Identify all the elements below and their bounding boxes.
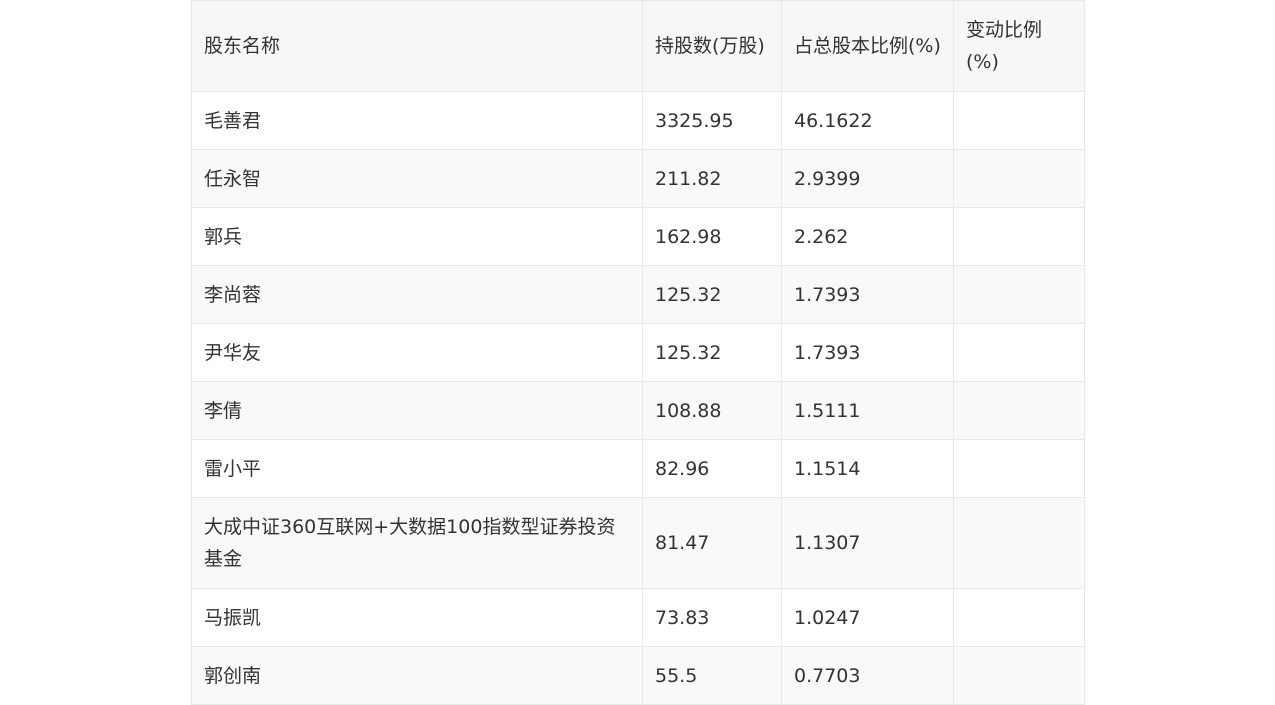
- header-shares: 持股数(万股): [642, 0, 782, 92]
- cell-shares: 125.32: [642, 265, 782, 324]
- cell-name: 李倩: [191, 381, 643, 440]
- table-row: 毛善君 3325.95 46.1622: [191, 91, 1085, 150]
- cell-ratio: 1.5111: [781, 381, 954, 440]
- header-ratio: 占总股本比例(%): [781, 0, 954, 92]
- cell-name: 大成中证360互联网+大数据100指数型证券投资基金: [191, 497, 643, 589]
- cell-name: 尹华友: [191, 323, 643, 382]
- cell-change: [953, 439, 1085, 498]
- cell-shares: 211.82: [642, 149, 782, 208]
- cell-change: [953, 265, 1085, 324]
- cell-shares: 3325.95: [642, 91, 782, 150]
- cell-name: 郭创南: [191, 646, 643, 705]
- table-row: 郭兵 162.98 2.262: [191, 207, 1085, 266]
- table-row: 大成中证360互联网+大数据100指数型证券投资基金 81.47 1.1307: [191, 497, 1085, 589]
- shareholder-table-container: 股东名称 持股数(万股) 占总股本比例(%) 变动比例(%) 毛善君 3325.…: [191, 0, 1085, 705]
- cell-name: 雷小平: [191, 439, 643, 498]
- cell-change: [953, 588, 1085, 647]
- cell-shares: 162.98: [642, 207, 782, 266]
- cell-ratio: 2.262: [781, 207, 954, 266]
- table-row: 雷小平 82.96 1.1514: [191, 439, 1085, 498]
- shareholder-table: 股东名称 持股数(万股) 占总股本比例(%) 变动比例(%) 毛善君 3325.…: [191, 0, 1085, 705]
- cell-name: 毛善君: [191, 91, 643, 150]
- header-change: 变动比例(%): [953, 0, 1085, 92]
- table-row: 尹华友 125.32 1.7393: [191, 323, 1085, 382]
- cell-ratio: 1.7393: [781, 323, 954, 382]
- cell-name: 任永智: [191, 149, 643, 208]
- table-row: 李尚蓉 125.32 1.7393: [191, 265, 1085, 324]
- cell-ratio: 46.1622: [781, 91, 954, 150]
- table-header-row: 股东名称 持股数(万股) 占总股本比例(%) 变动比例(%): [191, 0, 1085, 92]
- cell-change: [953, 207, 1085, 266]
- cell-ratio: 1.1307: [781, 497, 954, 589]
- cell-name: 郭兵: [191, 207, 643, 266]
- table-row: 李倩 108.88 1.5111: [191, 381, 1085, 440]
- table-row: 马振凯 73.83 1.0247: [191, 588, 1085, 647]
- table-row: 任永智 211.82 2.9399: [191, 149, 1085, 208]
- cell-shares: 108.88: [642, 381, 782, 440]
- cell-shares: 81.47: [642, 497, 782, 589]
- cell-change: [953, 323, 1085, 382]
- header-shareholder-name: 股东名称: [191, 0, 643, 92]
- table-row: 郭创南 55.5 0.7703: [191, 646, 1085, 705]
- cell-change: [953, 646, 1085, 705]
- cell-shares: 125.32: [642, 323, 782, 382]
- cell-ratio: 1.7393: [781, 265, 954, 324]
- cell-change: [953, 149, 1085, 208]
- cell-shares: 82.96: [642, 439, 782, 498]
- cell-change: [953, 381, 1085, 440]
- cell-ratio: 1.1514: [781, 439, 954, 498]
- cell-ratio: 0.7703: [781, 646, 954, 705]
- cell-change: [953, 497, 1085, 589]
- cell-shares: 55.5: [642, 646, 782, 705]
- cell-change: [953, 91, 1085, 150]
- cell-ratio: 2.9399: [781, 149, 954, 208]
- cell-name: 马振凯: [191, 588, 643, 647]
- cell-ratio: 1.0247: [781, 588, 954, 647]
- cell-name: 李尚蓉: [191, 265, 643, 324]
- cell-shares: 73.83: [642, 588, 782, 647]
